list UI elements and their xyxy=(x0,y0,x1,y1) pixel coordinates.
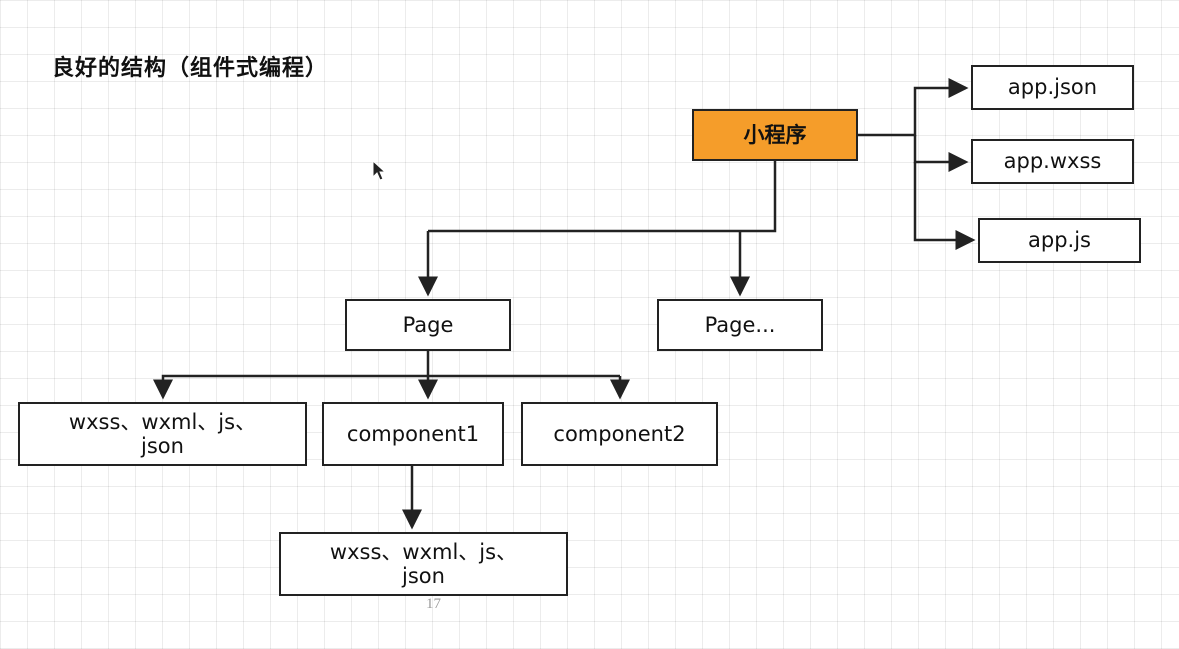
node-page-files-line1: wxss、wxml、js、 xyxy=(68,409,257,434)
node-component1-label: component1 xyxy=(346,421,480,446)
connector-page-down xyxy=(426,351,620,378)
connector-root-to-appjson xyxy=(858,78,969,137)
node-app-js: app.js xyxy=(978,218,1141,263)
node-component-files-text: wxss、wxml、js、 json xyxy=(324,540,523,588)
node-app-json-label: app.json xyxy=(1007,75,1098,100)
node-app-wxss-label: app.wxss xyxy=(1003,149,1102,174)
node-app-js-label: app.js xyxy=(1028,228,1091,253)
node-page-files: wxss、wxml、js、 json xyxy=(18,402,307,466)
node-page-label: Page xyxy=(402,312,454,337)
connector-root-to-appjs xyxy=(913,162,976,250)
node-component-files: wxss、wxml、js、 json xyxy=(279,532,568,596)
node-page-more: Page... xyxy=(657,299,823,351)
node-component2-label: component2 xyxy=(553,421,686,446)
node-component-files-line1: wxss、wxml、js、 xyxy=(329,539,518,564)
node-page-files-text: wxss、wxml、js、 json xyxy=(63,410,262,458)
slide: 良好的结构（组件式编程） 小程序 app.json app.wxss app.j… xyxy=(0,0,1179,649)
connector-root-down xyxy=(428,161,777,233)
node-page: Page xyxy=(345,299,511,351)
page-number: 17 xyxy=(426,596,441,612)
node-component2: component2 xyxy=(521,402,718,466)
node-component1: component1 xyxy=(322,402,504,466)
node-component-files-line2: json xyxy=(402,564,445,588)
node-app-wxss: app.wxss xyxy=(971,139,1134,184)
mouse-pointer-icon xyxy=(372,160,387,181)
connector-root-to-appwxss xyxy=(913,135,969,172)
node-app-json: app.json xyxy=(971,65,1134,110)
node-miniprogram: 小程序 xyxy=(692,109,858,161)
connector-to-page-files xyxy=(153,374,428,400)
node-miniprogram-label: 小程序 xyxy=(743,122,807,147)
node-page-files-line2: json xyxy=(141,434,184,458)
node-page-more-label: Page... xyxy=(704,312,776,337)
